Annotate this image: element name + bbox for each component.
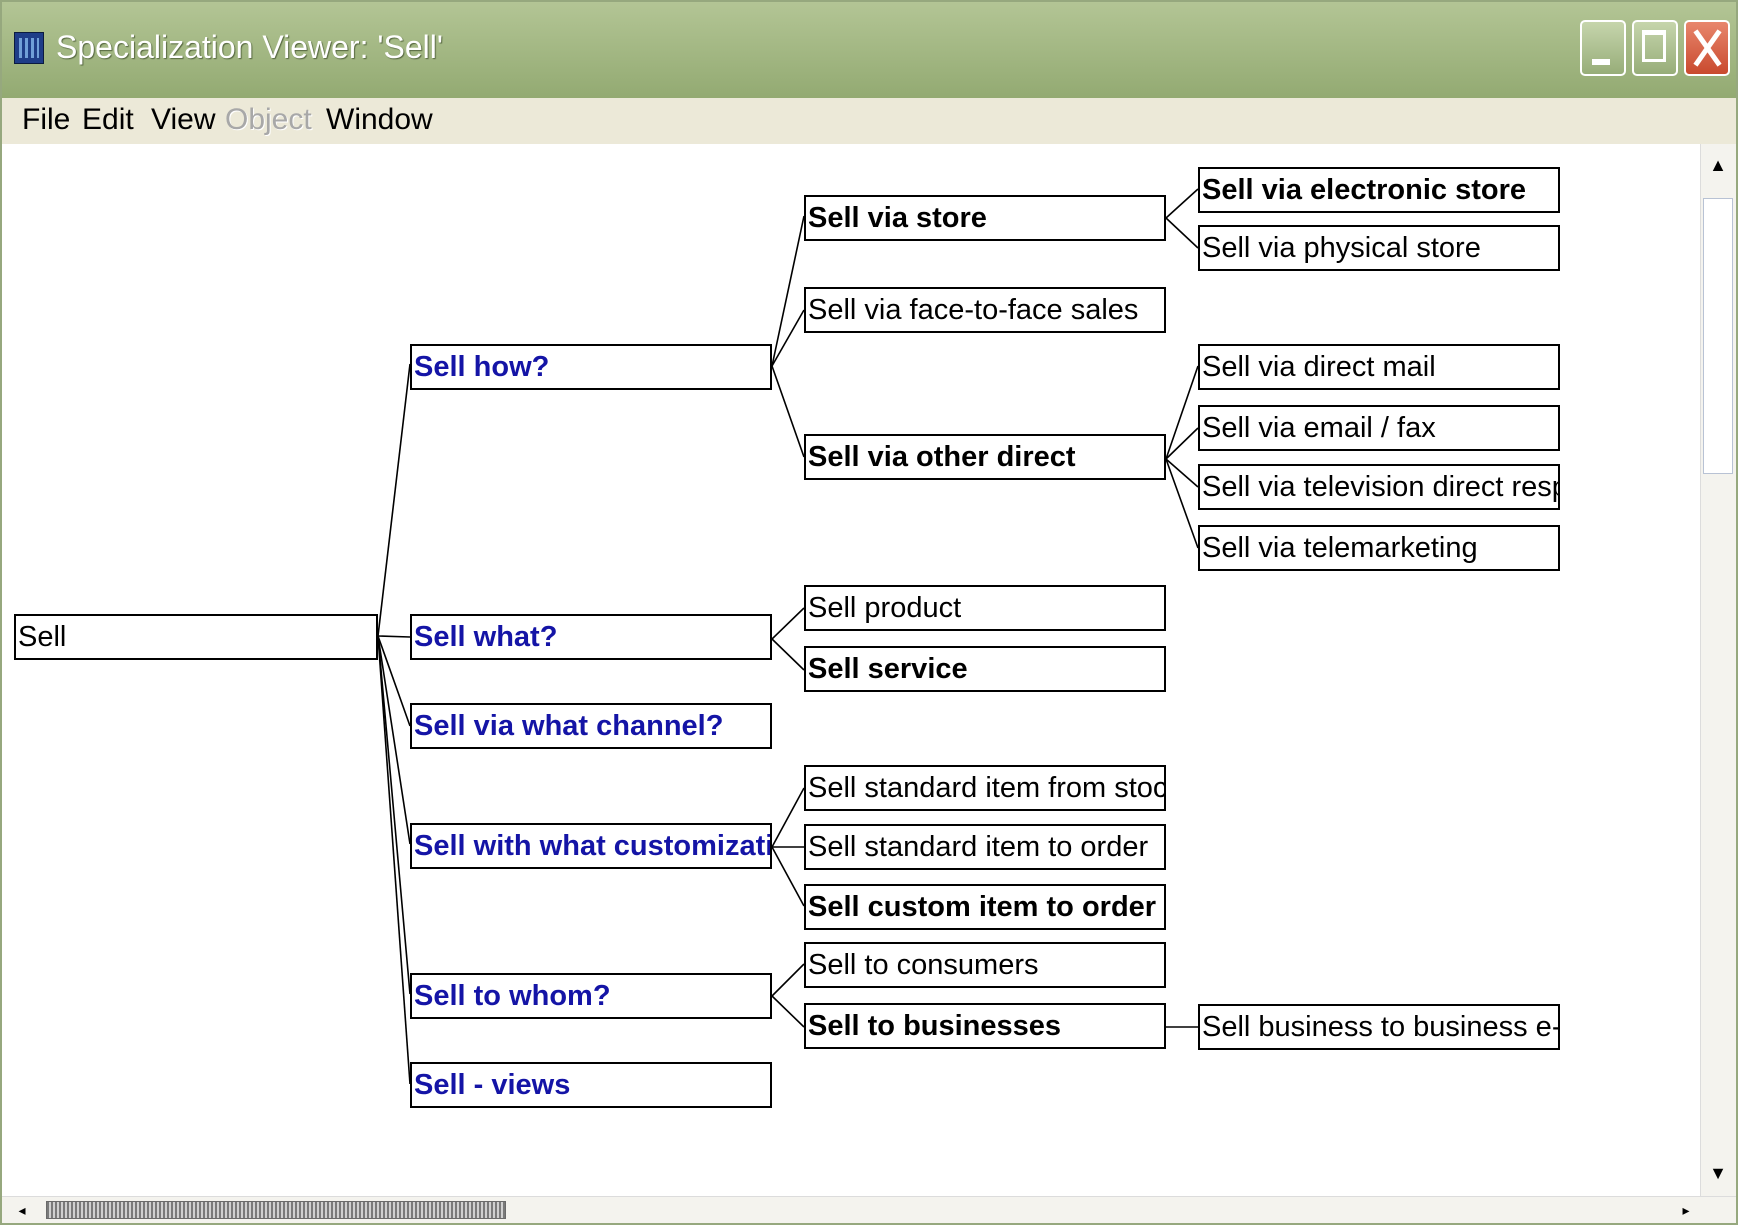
tree-node[interactable]: Sell service (804, 646, 1166, 692)
tree-node-root[interactable]: Sell (14, 614, 378, 660)
connector-root-to-sell-how (377, 363, 411, 637)
connector-other-direct-to-mail (1165, 365, 1199, 460)
scroll-right-icon[interactable]: ▸ (1674, 1197, 1698, 1223)
tree-node[interactable]: Sell standard item from stock (804, 765, 1166, 811)
tree-node-question[interactable]: Sell with what customization? (410, 823, 772, 869)
connector-sell-what-to-service (771, 638, 805, 671)
tree-node[interactable]: Sell via electronic store (1198, 167, 1560, 213)
vertical-scrollbar[interactable]: ▲ ▼ (1700, 144, 1736, 1196)
connector-sell-how-to-face-to-face (771, 309, 805, 367)
scroll-left-icon[interactable]: ◂ (10, 1197, 34, 1223)
connector-sell-how-to-other-direct (771, 365, 805, 458)
app-icon[interactable] (14, 32, 44, 64)
close-button[interactable] (1684, 20, 1730, 76)
specialization-tree-canvas[interactable]: Sell Sell how? Sell what? Sell via what … (2, 144, 1700, 1196)
connector-store-to-physical (1165, 217, 1199, 249)
tree-node[interactable]: Sell via television direct respons... (1198, 464, 1560, 510)
tree-node[interactable]: Sell to businesses (804, 1003, 1166, 1049)
connector-root-to-sell-what (377, 635, 411, 638)
connector-customization-to-custom-order (771, 846, 805, 907)
horizontal-scroll-thumb[interactable] (46, 1201, 506, 1219)
menu-edit[interactable]: Edit (82, 102, 134, 138)
tree-node[interactable]: Sell via physical store (1198, 225, 1560, 271)
connector-customization-to-stock (771, 787, 805, 848)
connector-root-to-sell-views (377, 635, 411, 1085)
tree-node[interactable]: Sell custom item to order (804, 884, 1166, 930)
vertical-scroll-thumb[interactable] (1703, 198, 1733, 474)
window-title: Specialization Viewer: 'Sell' (56, 29, 443, 65)
horizontal-scrollbar[interactable]: ◂ ▸ (2, 1196, 1736, 1223)
connector-to-whom-to-consumers (771, 963, 805, 997)
connector-sell-how-to-store (771, 215, 805, 367)
menu-file[interactable]: File (22, 102, 70, 138)
tree-node-question[interactable]: Sell to whom? (410, 973, 772, 1019)
tree-node[interactable]: Sell business to business e-com... (1198, 1004, 1560, 1050)
tree-node[interactable]: Sell to consumers (804, 942, 1166, 988)
tree-node-question[interactable]: Sell how? (410, 344, 772, 390)
tree-node[interactable]: Sell via telemarketing (1198, 525, 1560, 571)
menu-view[interactable]: View (151, 102, 215, 138)
specialization-viewer-window: Specialization Viewer: 'Sell' File Edit … (0, 0, 1738, 1225)
tree-node[interactable]: Sell via store (804, 195, 1166, 241)
minimize-button[interactable] (1580, 20, 1626, 76)
menu-object: Object (225, 103, 312, 136)
tree-node[interactable]: Sell via other direct (804, 434, 1166, 480)
maximize-button[interactable] (1632, 20, 1678, 76)
title-bar[interactable]: Specialization Viewer: 'Sell' (2, 2, 1736, 98)
tree-node-question[interactable]: Sell - views (410, 1062, 772, 1108)
tree-node[interactable]: Sell via email / fax (1198, 405, 1560, 451)
menu-window[interactable]: Window (326, 102, 433, 138)
connector-sell-what-to-product (771, 607, 805, 640)
scroll-down-icon[interactable]: ▼ (1703, 1158, 1733, 1188)
tree-node[interactable]: Sell via direct mail (1198, 344, 1560, 390)
tree-node[interactable]: Sell standard item to order (804, 824, 1166, 870)
tree-node[interactable]: Sell product (804, 585, 1166, 631)
scroll-up-icon[interactable]: ▲ (1703, 150, 1733, 180)
menu-bar: File Edit View Object Window (2, 98, 1736, 144)
tree-node[interactable]: Sell via face-to-face sales (804, 287, 1166, 333)
connector-to-whom-to-businesses (771, 995, 805, 1028)
connector-store-to-electronic (1165, 188, 1199, 219)
tree-node-question[interactable]: Sell what? (410, 614, 772, 660)
tree-node-question[interactable]: Sell via what channel? (410, 703, 772, 749)
